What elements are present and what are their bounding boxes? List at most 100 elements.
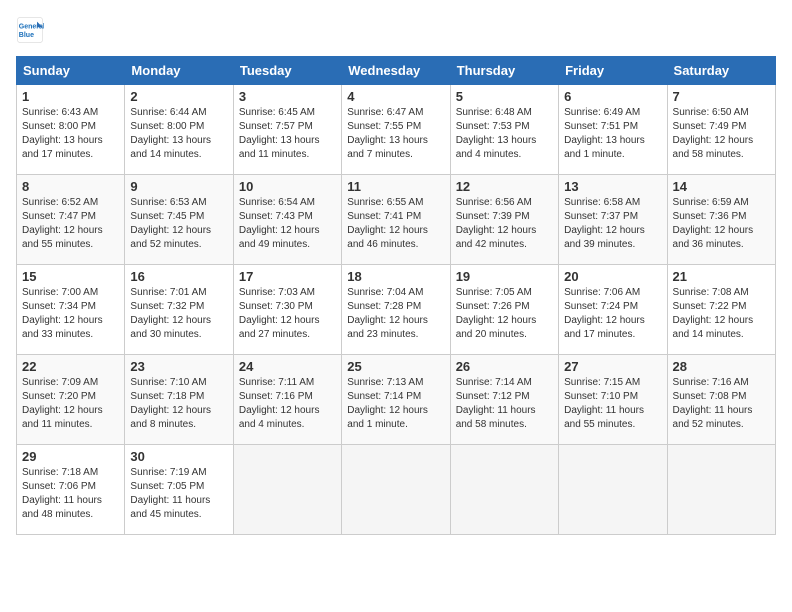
day-number: 1 <box>22 89 119 104</box>
calendar-week-2: 8 Sunrise: 6:52 AM Sunset: 7:47 PM Dayli… <box>17 175 776 265</box>
day-info: Sunrise: 7:13 AM Sunset: 7:14 PM Dayligh… <box>347 376 444 432</box>
day-info: Sunrise: 6:48 AM Sunset: 7:53 PM Dayligh… <box>456 106 553 162</box>
page-header: General Blue <box>16 16 776 44</box>
day-info: Sunrise: 7:04 AM Sunset: 7:28 PM Dayligh… <box>347 286 444 342</box>
calendar-day: 2 Sunrise: 6:44 AM Sunset: 8:00 PM Dayli… <box>125 85 233 175</box>
day-info: Sunrise: 7:18 AM Sunset: 7:06 PM Dayligh… <box>22 466 119 522</box>
day-info: Sunrise: 7:19 AM Sunset: 7:05 PM Dayligh… <box>130 466 227 522</box>
day-number: 20 <box>564 269 661 284</box>
calendar-day: 27 Sunrise: 7:15 AM Sunset: 7:10 PM Dayl… <box>559 355 667 445</box>
day-number: 22 <box>22 359 119 374</box>
day-number: 15 <box>22 269 119 284</box>
calendar-day <box>450 445 558 535</box>
day-number: 26 <box>456 359 553 374</box>
day-info: Sunrise: 7:11 AM Sunset: 7:16 PM Dayligh… <box>239 376 336 432</box>
calendar-day: 20 Sunrise: 7:06 AM Sunset: 7:24 PM Dayl… <box>559 265 667 355</box>
calendar-day: 4 Sunrise: 6:47 AM Sunset: 7:55 PM Dayli… <box>342 85 450 175</box>
calendar-day: 12 Sunrise: 6:56 AM Sunset: 7:39 PM Dayl… <box>450 175 558 265</box>
day-number: 29 <box>22 449 119 464</box>
logo: General Blue <box>16 16 48 44</box>
logo-icon: General Blue <box>16 16 44 44</box>
day-header-thursday: Thursday <box>450 57 558 85</box>
calendar-week-5: 29 Sunrise: 7:18 AM Sunset: 7:06 PM Dayl… <box>17 445 776 535</box>
calendar-day: 17 Sunrise: 7:03 AM Sunset: 7:30 PM Dayl… <box>233 265 341 355</box>
calendar-day: 19 Sunrise: 7:05 AM Sunset: 7:26 PM Dayl… <box>450 265 558 355</box>
day-info: Sunrise: 6:53 AM Sunset: 7:45 PM Dayligh… <box>130 196 227 252</box>
day-number: 4 <box>347 89 444 104</box>
day-number: 28 <box>673 359 770 374</box>
day-info: Sunrise: 7:08 AM Sunset: 7:22 PM Dayligh… <box>673 286 770 342</box>
day-number: 6 <box>564 89 661 104</box>
day-info: Sunrise: 6:52 AM Sunset: 7:47 PM Dayligh… <box>22 196 119 252</box>
calendar-day <box>342 445 450 535</box>
day-info: Sunrise: 7:10 AM Sunset: 7:18 PM Dayligh… <box>130 376 227 432</box>
calendar-day: 1 Sunrise: 6:43 AM Sunset: 8:00 PM Dayli… <box>17 85 125 175</box>
day-info: Sunrise: 7:05 AM Sunset: 7:26 PM Dayligh… <box>456 286 553 342</box>
day-number: 19 <box>456 269 553 284</box>
day-number: 5 <box>456 89 553 104</box>
calendar-day: 24 Sunrise: 7:11 AM Sunset: 7:16 PM Dayl… <box>233 355 341 445</box>
calendar-table: SundayMondayTuesdayWednesdayThursdayFrid… <box>16 56 776 535</box>
day-info: Sunrise: 6:56 AM Sunset: 7:39 PM Dayligh… <box>456 196 553 252</box>
calendar-day: 25 Sunrise: 7:13 AM Sunset: 7:14 PM Dayl… <box>342 355 450 445</box>
day-number: 13 <box>564 179 661 194</box>
day-header-saturday: Saturday <box>667 57 775 85</box>
calendar-day: 16 Sunrise: 7:01 AM Sunset: 7:32 PM Dayl… <box>125 265 233 355</box>
calendar-week-1: 1 Sunrise: 6:43 AM Sunset: 8:00 PM Dayli… <box>17 85 776 175</box>
day-number: 24 <box>239 359 336 374</box>
calendar-day: 7 Sunrise: 6:50 AM Sunset: 7:49 PM Dayli… <box>667 85 775 175</box>
day-number: 11 <box>347 179 444 194</box>
day-info: Sunrise: 6:54 AM Sunset: 7:43 PM Dayligh… <box>239 196 336 252</box>
day-number: 16 <box>130 269 227 284</box>
day-number: 23 <box>130 359 227 374</box>
calendar-week-3: 15 Sunrise: 7:00 AM Sunset: 7:34 PM Dayl… <box>17 265 776 355</box>
calendar-day <box>667 445 775 535</box>
calendar-day: 14 Sunrise: 6:59 AM Sunset: 7:36 PM Dayl… <box>667 175 775 265</box>
calendar-day: 11 Sunrise: 6:55 AM Sunset: 7:41 PM Dayl… <box>342 175 450 265</box>
calendar-day <box>233 445 341 535</box>
day-number: 30 <box>130 449 227 464</box>
calendar-day: 10 Sunrise: 6:54 AM Sunset: 7:43 PM Dayl… <box>233 175 341 265</box>
day-info: Sunrise: 7:01 AM Sunset: 7:32 PM Dayligh… <box>130 286 227 342</box>
calendar-header-row: SundayMondayTuesdayWednesdayThursdayFrid… <box>17 57 776 85</box>
day-info: Sunrise: 7:09 AM Sunset: 7:20 PM Dayligh… <box>22 376 119 432</box>
calendar-day: 18 Sunrise: 7:04 AM Sunset: 7:28 PM Dayl… <box>342 265 450 355</box>
day-header-friday: Friday <box>559 57 667 85</box>
calendar-body: 1 Sunrise: 6:43 AM Sunset: 8:00 PM Dayli… <box>17 85 776 535</box>
calendar-day: 30 Sunrise: 7:19 AM Sunset: 7:05 PM Dayl… <box>125 445 233 535</box>
day-info: Sunrise: 6:58 AM Sunset: 7:37 PM Dayligh… <box>564 196 661 252</box>
day-info: Sunrise: 7:15 AM Sunset: 7:10 PM Dayligh… <box>564 376 661 432</box>
day-number: 17 <box>239 269 336 284</box>
calendar-day: 15 Sunrise: 7:00 AM Sunset: 7:34 PM Dayl… <box>17 265 125 355</box>
calendar-day: 6 Sunrise: 6:49 AM Sunset: 7:51 PM Dayli… <box>559 85 667 175</box>
calendar-day: 13 Sunrise: 6:58 AM Sunset: 7:37 PM Dayl… <box>559 175 667 265</box>
day-info: Sunrise: 6:55 AM Sunset: 7:41 PM Dayligh… <box>347 196 444 252</box>
day-number: 8 <box>22 179 119 194</box>
calendar-day: 23 Sunrise: 7:10 AM Sunset: 7:18 PM Dayl… <box>125 355 233 445</box>
day-number: 3 <box>239 89 336 104</box>
day-header-tuesday: Tuesday <box>233 57 341 85</box>
calendar-day: 5 Sunrise: 6:48 AM Sunset: 7:53 PM Dayli… <box>450 85 558 175</box>
day-number: 27 <box>564 359 661 374</box>
calendar-day: 28 Sunrise: 7:16 AM Sunset: 7:08 PM Dayl… <box>667 355 775 445</box>
day-number: 18 <box>347 269 444 284</box>
day-number: 12 <box>456 179 553 194</box>
day-info: Sunrise: 6:47 AM Sunset: 7:55 PM Dayligh… <box>347 106 444 162</box>
day-number: 10 <box>239 179 336 194</box>
calendar-day: 21 Sunrise: 7:08 AM Sunset: 7:22 PM Dayl… <box>667 265 775 355</box>
day-info: Sunrise: 6:45 AM Sunset: 7:57 PM Dayligh… <box>239 106 336 162</box>
day-number: 9 <box>130 179 227 194</box>
day-info: Sunrise: 6:50 AM Sunset: 7:49 PM Dayligh… <box>673 106 770 162</box>
calendar-week-4: 22 Sunrise: 7:09 AM Sunset: 7:20 PM Dayl… <box>17 355 776 445</box>
day-info: Sunrise: 6:49 AM Sunset: 7:51 PM Dayligh… <box>564 106 661 162</box>
day-info: Sunrise: 7:16 AM Sunset: 7:08 PM Dayligh… <box>673 376 770 432</box>
day-info: Sunrise: 7:14 AM Sunset: 7:12 PM Dayligh… <box>456 376 553 432</box>
day-header-wednesday: Wednesday <box>342 57 450 85</box>
day-header-sunday: Sunday <box>17 57 125 85</box>
calendar-day <box>559 445 667 535</box>
calendar-day: 3 Sunrise: 6:45 AM Sunset: 7:57 PM Dayli… <box>233 85 341 175</box>
day-number: 25 <box>347 359 444 374</box>
day-info: Sunrise: 7:00 AM Sunset: 7:34 PM Dayligh… <box>22 286 119 342</box>
day-info: Sunrise: 7:03 AM Sunset: 7:30 PM Dayligh… <box>239 286 336 342</box>
calendar-day: 29 Sunrise: 7:18 AM Sunset: 7:06 PM Dayl… <box>17 445 125 535</box>
